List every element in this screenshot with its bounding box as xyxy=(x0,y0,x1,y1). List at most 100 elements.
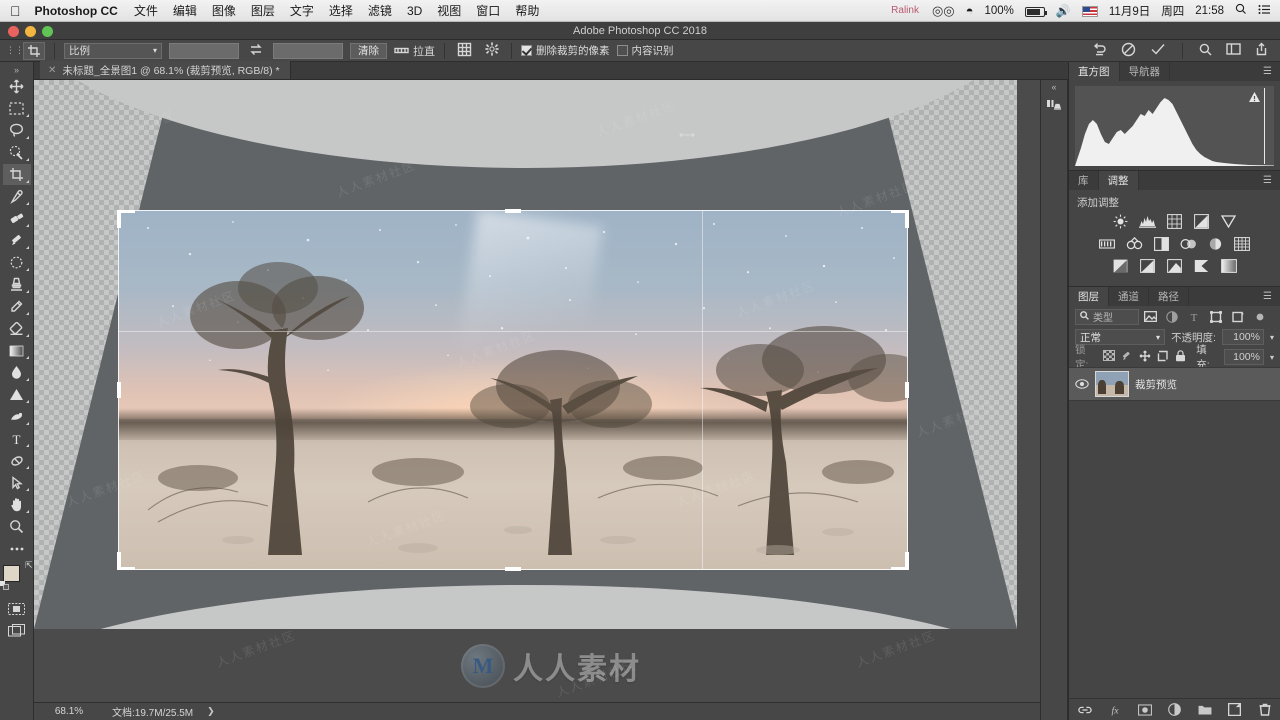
posterize-icon[interactable] xyxy=(1138,257,1157,274)
lock-position-icon[interactable] xyxy=(1139,350,1151,365)
delete-layer-icon[interactable] xyxy=(1258,703,1272,717)
lock-all-icon[interactable] xyxy=(1175,349,1186,365)
delete-cropped-pixels-checkbox[interactable]: 删除裁剪的像素 xyxy=(521,43,610,58)
vibrance-icon[interactable] xyxy=(1219,213,1238,230)
gradient-tool[interactable] xyxy=(3,340,31,361)
workspace-icon[interactable] xyxy=(1226,43,1241,58)
new-group-icon[interactable] xyxy=(1198,703,1212,717)
lasso-tool[interactable] xyxy=(3,120,31,141)
reset-icon[interactable] xyxy=(1092,42,1107,59)
more-tools[interactable] xyxy=(3,538,31,559)
menu-item-type[interactable]: 文字 xyxy=(290,2,314,19)
menu-item-image[interactable]: 图像 xyxy=(212,2,236,19)
libraries-icon[interactable] xyxy=(1046,98,1062,117)
clone-stamp-tool[interactable] xyxy=(3,274,31,295)
crop-handle-bottom-left-h[interactable] xyxy=(117,567,135,570)
panel-menu-icon[interactable]: ☰ xyxy=(1255,287,1280,306)
color-balance-icon[interactable] xyxy=(1125,235,1144,252)
layer-filter-type-select[interactable]: 类型 xyxy=(1075,308,1139,325)
tab-adjustments[interactable]: 调整 xyxy=(1098,171,1139,190)
spotlight-search-icon[interactable] xyxy=(1235,3,1247,18)
swap-dimensions-icon[interactable] xyxy=(246,43,266,59)
panel-menu-icon[interactable]: ☰ xyxy=(1255,171,1280,190)
apple-icon[interactable]:  xyxy=(10,4,21,18)
invert-icon[interactable] xyxy=(1111,257,1130,274)
black-white-icon[interactable] xyxy=(1152,235,1171,252)
eyedropper-tool[interactable] xyxy=(3,186,31,207)
rectangular-marquee-tool[interactable] xyxy=(3,98,31,119)
crop-width-input[interactable] xyxy=(169,42,239,59)
chevron-down-icon[interactable]: ▾ xyxy=(1270,353,1274,362)
menu-item-window[interactable]: 窗口 xyxy=(476,2,500,19)
chevron-down-icon[interactable]: ▾ xyxy=(1270,333,1274,342)
crop-handle-bottom-right-h[interactable] xyxy=(891,567,909,570)
collapse-panels-icon[interactable]: « xyxy=(1051,82,1056,92)
spot-healing-brush-tool[interactable] xyxy=(3,208,31,229)
menu-item-help[interactable]: 帮助 xyxy=(515,2,539,19)
commit-checkmark-icon[interactable] xyxy=(1150,42,1166,59)
gear-icon[interactable] xyxy=(482,42,502,59)
crop-ratio-select[interactable]: 比例 ▾ xyxy=(64,42,162,59)
foreground-color-swatch[interactable] xyxy=(2,565,20,582)
notification-center-icon[interactable] xyxy=(1258,4,1271,18)
exposure-icon[interactable] xyxy=(1192,213,1211,230)
crop-handle-middle-right[interactable] xyxy=(905,382,909,398)
pen-tool[interactable] xyxy=(3,406,31,427)
threshold-icon[interactable] xyxy=(1165,257,1184,274)
curves-icon[interactable] xyxy=(1165,213,1184,230)
filter-toggle-icon[interactable] xyxy=(1249,311,1271,323)
close-tab-icon[interactable]: ✕ xyxy=(48,65,56,76)
selective-color-icon[interactable] xyxy=(1192,257,1211,274)
levels-icon[interactable] xyxy=(1138,213,1157,230)
options-bar-grip[interactable]: ⋮⋮ xyxy=(6,45,24,56)
brush-tool[interactable] xyxy=(3,230,31,251)
fx-icon[interactable]: fx xyxy=(1108,703,1122,717)
layer-row[interactable]: 裁剪预览 xyxy=(1069,367,1280,401)
crop-tool[interactable] xyxy=(2,164,31,185)
photo-filter-icon[interactable] xyxy=(1179,235,1198,252)
color-lookup-icon[interactable] xyxy=(1233,235,1252,252)
search-icon[interactable] xyxy=(1199,43,1212,59)
hue-saturation-icon[interactable] xyxy=(1098,235,1117,252)
menu-item-3d[interactable]: 3D xyxy=(407,4,422,18)
minimize-button[interactable] xyxy=(25,25,36,37)
blur-tool[interactable] xyxy=(3,362,31,383)
fill-input[interactable]: 100% xyxy=(1224,349,1264,365)
eraser-tool[interactable] xyxy=(3,318,31,339)
active-tool-icon[interactable] xyxy=(23,41,45,60)
hand-tool[interactable] xyxy=(3,494,31,515)
close-button[interactable] xyxy=(8,25,19,37)
new-layer-icon[interactable] xyxy=(1228,703,1242,717)
app-name-menu[interactable]: Photoshop CC xyxy=(35,4,118,18)
filter-pixel-icon[interactable] xyxy=(1139,311,1161,322)
tab-channels[interactable]: 通道 xyxy=(1109,287,1149,306)
zoom-tool[interactable] xyxy=(3,516,31,537)
layer-visibility-toggle[interactable] xyxy=(1075,379,1089,389)
filter-adjustment-icon[interactable] xyxy=(1161,310,1183,323)
battery-icon[interactable] xyxy=(1024,6,1047,17)
filter-type-icon[interactable]: T xyxy=(1183,311,1205,323)
crop-overlay-grid-icon[interactable] xyxy=(454,42,475,60)
type-tool[interactable]: T xyxy=(3,428,31,449)
move-tool[interactable] xyxy=(3,76,31,97)
lock-image-icon[interactable] xyxy=(1121,350,1133,365)
clear-button[interactable]: 清除 xyxy=(350,42,387,59)
straighten-button[interactable]: 拉直 xyxy=(394,43,435,59)
flag-icon[interactable] xyxy=(1081,6,1098,17)
patch-tool[interactable] xyxy=(3,252,31,273)
opacity-input[interactable]: 100% xyxy=(1221,329,1264,345)
tab-navigator[interactable]: 导航器 xyxy=(1120,62,1170,81)
menu-item-filter[interactable]: 滤镜 xyxy=(368,2,392,19)
layer-thumbnail[interactable] xyxy=(1095,371,1129,397)
cache-warning-icon[interactable] xyxy=(1249,92,1260,102)
crop-handle-middle-left[interactable] xyxy=(117,382,121,398)
filter-smart-icon[interactable] xyxy=(1227,311,1249,323)
quick-selection-tool[interactable] xyxy=(3,142,31,163)
menu-item-select[interactable]: 选择 xyxy=(329,2,353,19)
volume-icon[interactable]: 🔊 xyxy=(1056,4,1071,18)
zoom-level[interactable]: 68.1% xyxy=(34,706,104,717)
crop-handle-top-left-h[interactable] xyxy=(117,210,135,213)
default-colors-icon[interactable]: ⇱ xyxy=(25,560,33,571)
tab-libraries[interactable]: 库 xyxy=(1069,171,1099,190)
crop-handle-top-right-h[interactable] xyxy=(891,210,909,213)
